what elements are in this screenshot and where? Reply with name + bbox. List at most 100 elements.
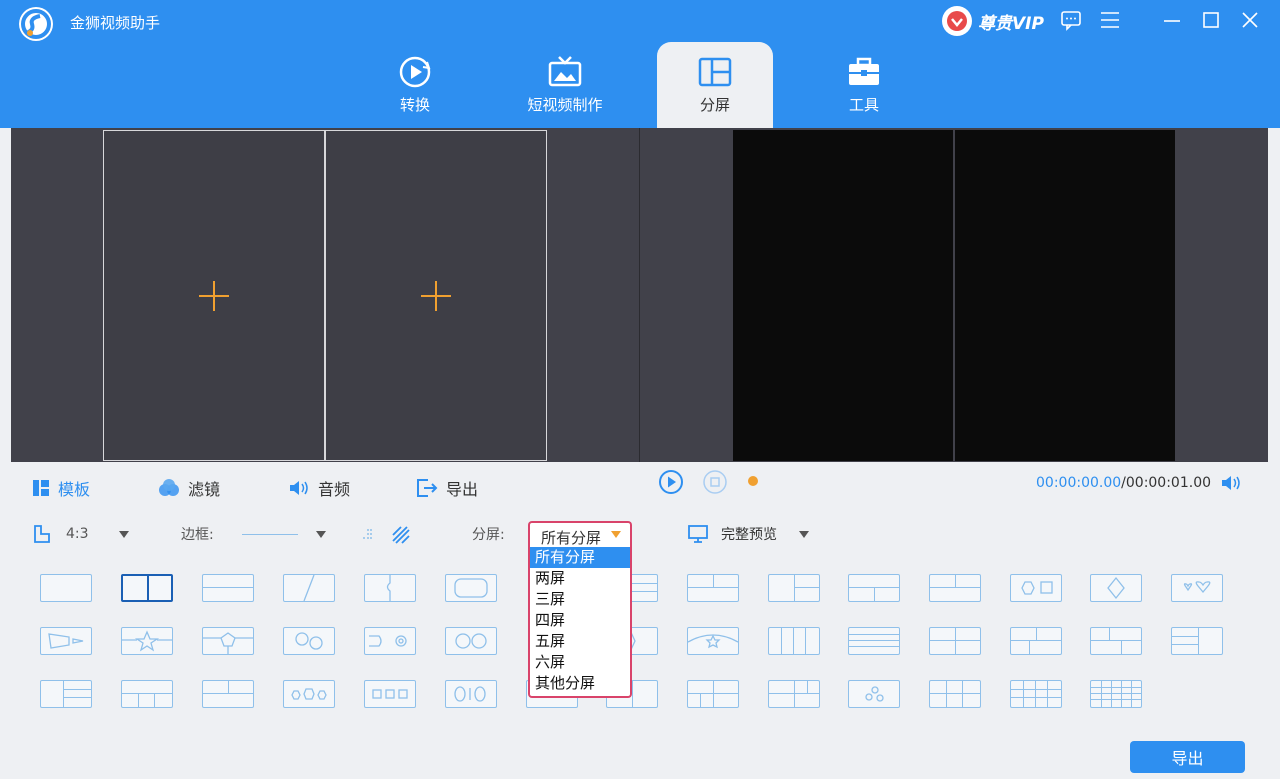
template-tab[interactable]: 模板 <box>32 476 90 500</box>
layout-three-shapes[interactable] <box>1010 574 1062 602</box>
tab-split-screen-label: 分屏 <box>699 96 730 114</box>
split-label-row: 分屏: <box>472 524 505 544</box>
split-type-value: 所有分屏 <box>541 529 602 547</box>
template-icon <box>33 480 49 496</box>
play-icon[interactable] <box>658 469 684 495</box>
layout-four-mixed[interactable] <box>1090 627 1142 655</box>
layout-five-b[interactable] <box>121 680 173 708</box>
split-type-dropdown[interactable]: 所有分屏 <box>528 521 632 549</box>
tab-convert[interactable]: 转换 <box>357 42 473 128</box>
layout-two-horizontal[interactable] <box>202 574 254 602</box>
total-time: /00:00:01.00 <box>1121 475 1212 491</box>
layout-three-hearts[interactable] <box>1171 574 1223 602</box>
filter-tab[interactable]: 滤镜 <box>158 476 220 500</box>
split-screen-icon <box>698 57 732 87</box>
export-label: 导出 <box>446 480 479 499</box>
layout-three-d[interactable] <box>929 574 981 602</box>
convert-icon <box>399 56 431 88</box>
layout-hexagons[interactable] <box>283 680 335 708</box>
menu-icon[interactable] <box>1098 8 1122 32</box>
split-option-four[interactable]: 四屏 <box>530 610 630 631</box>
layout-circles-pair[interactable] <box>445 627 497 655</box>
layout-four-side[interactable] <box>1171 627 1223 655</box>
audio-tab[interactable]: 音频 <box>288 476 350 500</box>
border-select[interactable]: 边框: <box>181 524 326 544</box>
export-icon <box>417 479 438 497</box>
tv-icon <box>548 56 582 87</box>
layout-three-b[interactable] <box>768 574 820 602</box>
tab-convert-label: 转换 <box>399 96 430 114</box>
layout-eight-grid[interactable] <box>1010 680 1062 708</box>
stop-icon[interactable] <box>702 469 728 495</box>
layout-four-columns[interactable] <box>768 627 820 655</box>
split-option-three[interactable]: 三屏 <box>530 589 630 610</box>
volume-icon[interactable] <box>1220 473 1242 493</box>
layout-gear[interactable] <box>364 627 416 655</box>
layout-two-rounded[interactable] <box>445 574 497 602</box>
vip-crown-icon <box>942 6 972 36</box>
record-indicator-icon <box>748 476 758 486</box>
ratio-select[interactable]: 4:3 <box>32 524 129 544</box>
layout-six-a[interactable] <box>687 680 739 708</box>
time-display: 00:00:00.00/00:00:01.00 <box>1036 475 1211 491</box>
ratio-dropdown-icon <box>118 530 129 538</box>
layout-three-a[interactable] <box>687 574 739 602</box>
monitor-icon <box>688 525 708 543</box>
current-time: 00:00:00.00 <box>1036 475 1122 491</box>
split-option-other[interactable]: 其他分屏 <box>530 673 630 694</box>
app-logo-icon <box>19 7 53 41</box>
split-option-five[interactable]: 五屏 <box>530 631 630 652</box>
layout-six-grid[interactable] <box>929 680 981 708</box>
split-type-caret-icon <box>611 531 621 538</box>
layout-six-b[interactable] <box>768 680 820 708</box>
tab-split-screen[interactable]: 分屏 <box>657 42 773 128</box>
tab-tools[interactable]: 工具 <box>806 42 922 128</box>
layout-star[interactable] <box>121 627 173 655</box>
layout-four-offset[interactable] <box>1010 627 1062 655</box>
split-option-two[interactable]: 两屏 <box>530 568 630 589</box>
layout-two-vertical[interactable] <box>121 574 173 602</box>
layout-one-screen[interactable] <box>40 574 92 602</box>
export-button[interactable]: 导出 <box>1130 741 1245 773</box>
layout-two-diagonal[interactable] <box>283 574 335 602</box>
border-dots-icon[interactable] <box>360 528 374 542</box>
layout-bubbles[interactable] <box>848 680 900 708</box>
layout-pentagon[interactable] <box>202 627 254 655</box>
tab-short-video-label: 短视频制作 <box>527 96 603 114</box>
add-video-icon[interactable] <box>197 279 231 313</box>
vip-button[interactable]: 尊贵VIP <box>942 6 1044 36</box>
minimize-icon[interactable] <box>1160 8 1184 32</box>
add-video-icon[interactable] <box>419 279 453 313</box>
speaker-icon <box>290 481 308 495</box>
layout-five-c[interactable] <box>202 680 254 708</box>
filter-label: 滤镜 <box>188 480 221 499</box>
layout-four-rows[interactable] <box>848 627 900 655</box>
layout-three-c[interactable] <box>848 574 900 602</box>
tab-short-video[interactable]: 短视频制作 <box>507 42 623 128</box>
border-dropdown-icon <box>315 530 326 538</box>
layout-four-grid[interactable] <box>929 627 981 655</box>
layout-arc-star[interactable] <box>687 627 739 655</box>
split-option-six[interactable]: 六屏 <box>530 652 630 673</box>
preview-mode-select[interactable]: 完整预览 <box>688 524 809 544</box>
layout-circles-two[interactable] <box>283 627 335 655</box>
layout-trapezoid[interactable] <box>40 627 92 655</box>
close-icon[interactable] <box>1238 8 1262 32</box>
split-option-all[interactable]: 所有分屏 <box>530 547 630 568</box>
layout-many-grid[interactable] <box>1090 680 1142 708</box>
toolbox-icon <box>849 57 879 85</box>
export-tab[interactable]: 导出 <box>416 476 478 500</box>
border-pattern-icon[interactable] <box>392 526 410 544</box>
output-pane-right <box>955 130 1175 461</box>
ratio-value: 4:3 <box>66 526 89 542</box>
layout-two-puzzle[interactable] <box>364 574 416 602</box>
layout-squares-three[interactable] <box>364 680 416 708</box>
layout-three-diamond[interactable] <box>1090 574 1142 602</box>
layout-five-a[interactable] <box>40 680 92 708</box>
audio-label: 音频 <box>318 480 351 499</box>
message-icon[interactable] <box>1059 8 1083 32</box>
maximize-icon[interactable] <box>1199 8 1223 32</box>
edit-pane-left[interactable] <box>103 130 325 461</box>
layout-pills[interactable] <box>445 680 497 708</box>
edit-pane-right[interactable] <box>325 130 547 461</box>
